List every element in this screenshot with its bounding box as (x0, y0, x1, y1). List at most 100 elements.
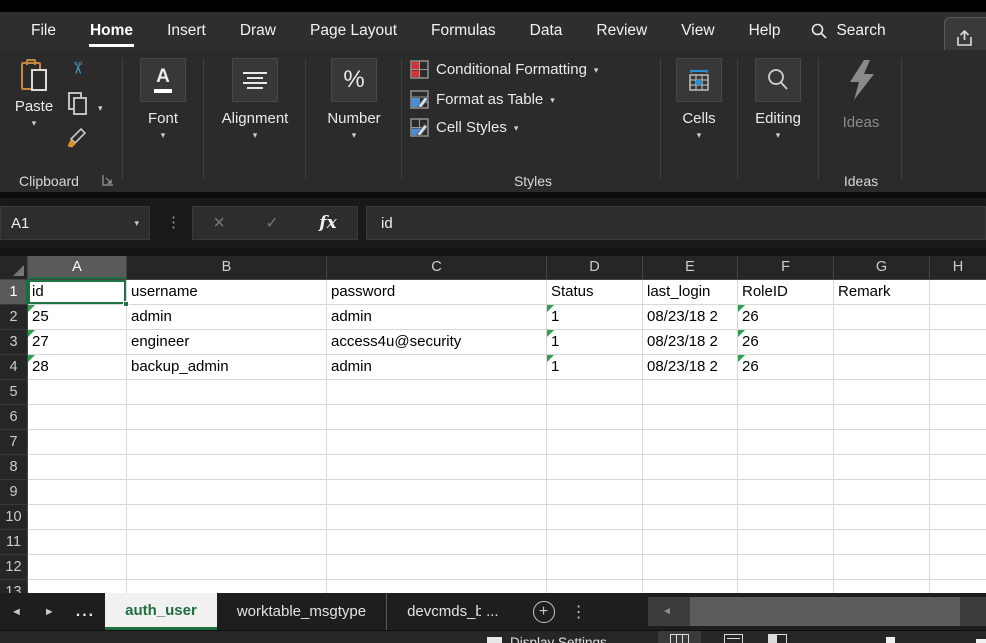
cell-D10[interactable] (547, 505, 643, 530)
cell-F1[interactable]: RoleID (738, 280, 834, 305)
sheet-tab-devcmds_ba[interactable]: devcmds_ba... (386, 593, 519, 630)
cell-D13[interactable] (547, 580, 643, 593)
page-break-view-button[interactable] (756, 631, 799, 643)
cell-C10[interactable] (327, 505, 547, 530)
cell-B8[interactable] (127, 455, 327, 480)
cell-B12[interactable] (127, 555, 327, 580)
format-painter-icon[interactable] (68, 126, 92, 148)
cell-H9[interactable] (930, 480, 986, 505)
cell-E1[interactable]: last_login (643, 280, 738, 305)
cell-E12[interactable] (643, 555, 738, 580)
cell-C1[interactable]: password (327, 280, 547, 305)
cell-C13[interactable] (327, 580, 547, 593)
cell-F2[interactable]: 26 (738, 305, 834, 330)
column-header-A[interactable]: A (28, 256, 127, 280)
cell-H5[interactable] (930, 380, 986, 405)
formula-input[interactable]: id (366, 206, 986, 240)
menu-tab-home[interactable]: Home (73, 12, 150, 50)
paste-button[interactable]: Paste ▾ (8, 58, 60, 128)
sheet-tab-auth_user[interactable]: auth_user (105, 593, 217, 630)
cell-E8[interactable] (643, 455, 738, 480)
insert-function-icon[interactable]: fx (319, 213, 336, 233)
menu-tab-page-layout[interactable]: Page Layout (293, 12, 414, 50)
name-box-dropdown-arrow[interactable]: ▾ (134, 219, 139, 228)
cell-H7[interactable] (930, 430, 986, 455)
column-header-G[interactable]: G (834, 256, 930, 280)
column-header-B[interactable]: B (127, 256, 327, 280)
row-header-11[interactable]: 11 (0, 530, 28, 555)
menu-tab-file[interactable]: File (14, 12, 73, 50)
format-as-table-button[interactable]: Format as Table ▾ (410, 90, 555, 109)
cell-G7[interactable] (834, 430, 930, 455)
cell-F8[interactable] (738, 455, 834, 480)
cell-A13[interactable] (28, 580, 127, 593)
cell-E5[interactable] (643, 380, 738, 405)
column-header-E[interactable]: E (643, 256, 738, 280)
column-header-D[interactable]: D (547, 256, 643, 280)
cell-G13[interactable] (834, 580, 930, 593)
cell-B6[interactable] (127, 405, 327, 430)
paste-dropdown-arrow[interactable]: ▾ (32, 119, 37, 128)
alignment-group-button[interactable]: Alignment ▾ (210, 58, 300, 140)
cell-B5[interactable] (127, 380, 327, 405)
row-header-2[interactable]: 2 (0, 305, 28, 330)
cell-F3[interactable]: 26 (738, 330, 834, 355)
cell-A2[interactable]: 25 (28, 305, 127, 330)
cell-A12[interactable] (28, 555, 127, 580)
select-all-button[interactable] (0, 256, 28, 280)
cell-D11[interactable] (547, 530, 643, 555)
number-group-button[interactable]: % Number ▾ (312, 58, 396, 140)
cell-H3[interactable] (930, 330, 986, 355)
cell-A5[interactable] (28, 380, 127, 405)
cell-D2[interactable]: 1 (547, 305, 643, 330)
cell-A8[interactable] (28, 455, 127, 480)
cell-D12[interactable] (547, 555, 643, 580)
cell-H4[interactable] (930, 355, 986, 380)
menu-tab-data[interactable]: Data (513, 12, 580, 50)
cell-C6[interactable] (327, 405, 547, 430)
editing-group-button[interactable]: Editing ▾ (742, 58, 814, 140)
menu-tab-formulas[interactable]: Formulas (414, 12, 513, 50)
cell-A6[interactable] (28, 405, 127, 430)
cell-B2[interactable]: admin (127, 305, 327, 330)
name-box[interactable]: A1 ▾ (0, 206, 150, 240)
page-layout-view-button[interactable] (712, 631, 755, 643)
cell-B7[interactable] (127, 430, 327, 455)
cell-D3[interactable]: 1 (547, 330, 643, 355)
cell-H12[interactable] (930, 555, 986, 580)
cell-E11[interactable] (643, 530, 738, 555)
cell-H10[interactable] (930, 505, 986, 530)
cell-G11[interactable] (834, 530, 930, 555)
row-header-12[interactable]: 12 (0, 555, 28, 580)
menu-tab-help[interactable]: Help (732, 12, 798, 50)
sheet-menu-icon[interactable]: ⋮ (571, 602, 587, 622)
cell-E3[interactable]: 08/23/18 2 (643, 330, 738, 355)
cell-D1[interactable]: Status (547, 280, 643, 305)
scroll-left-icon[interactable]: ◄ (648, 597, 686, 626)
cell-C2[interactable]: admin (327, 305, 547, 330)
cell-A11[interactable] (28, 530, 127, 555)
column-header-F[interactable]: F (738, 256, 834, 280)
cell-A4[interactable]: 28 (28, 355, 127, 380)
row-header-6[interactable]: 6 (0, 405, 28, 430)
formula-bar-options-icon[interactable]: ⋮ (166, 213, 181, 231)
cell-G2[interactable] (834, 305, 930, 330)
cell-G12[interactable] (834, 555, 930, 580)
row-header-3[interactable]: 3 (0, 330, 28, 355)
cell-C12[interactable] (327, 555, 547, 580)
cell-G3[interactable] (834, 330, 930, 355)
menu-tab-view[interactable]: View (664, 12, 731, 50)
normal-view-button[interactable] (658, 631, 701, 643)
sheet-more-button[interactable]: ... (66, 593, 105, 630)
cell-E10[interactable] (643, 505, 738, 530)
accept-icon[interactable]: ✓ (265, 213, 278, 233)
add-sheet-icon[interactable]: + (533, 601, 555, 623)
cell-G5[interactable] (834, 380, 930, 405)
scrollbar-thumb[interactable] (690, 597, 960, 626)
cell-G4[interactable] (834, 355, 930, 380)
row-header-10[interactable]: 10 (0, 505, 28, 530)
cells-group-button[interactable]: Cells ▾ (666, 58, 732, 140)
cell-H8[interactable] (930, 455, 986, 480)
cell-E2[interactable]: 08/23/18 2 (643, 305, 738, 330)
cell-G1[interactable]: Remark (834, 280, 930, 305)
